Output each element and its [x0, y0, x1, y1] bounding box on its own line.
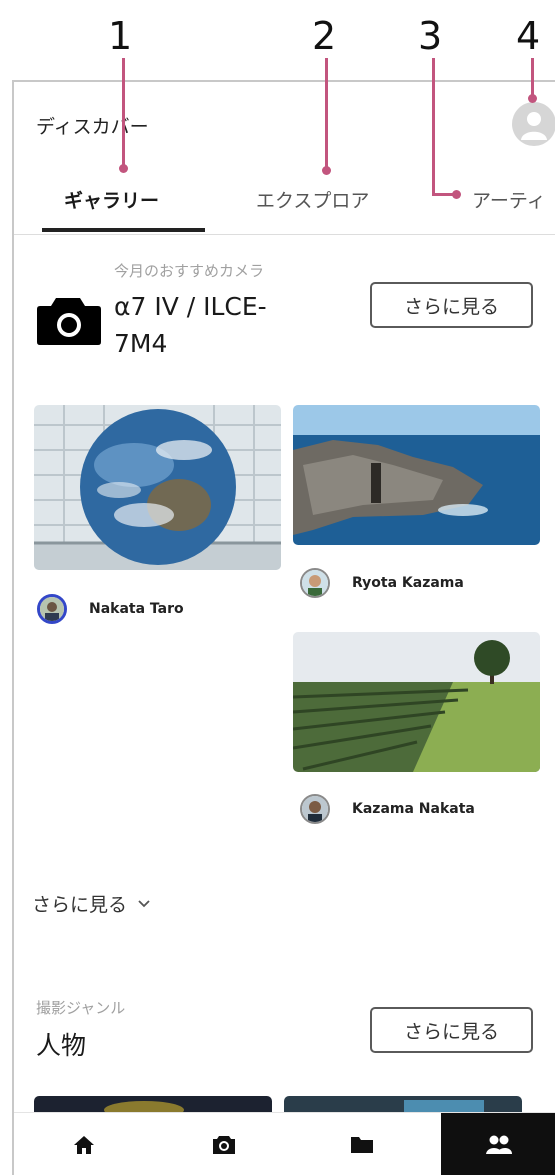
- callout-dot-1: [119, 164, 128, 173]
- callout-line-2: [325, 58, 328, 170]
- gallery-photo-field[interactable]: [293, 632, 540, 772]
- callout-number-2: 2: [312, 14, 337, 58]
- camera-section-subtitle: 今月のおすすめカメラ: [114, 262, 265, 280]
- callout-line-3-horizontal: [432, 193, 454, 196]
- tab-gallery[interactable]: ギャラリー: [64, 186, 159, 213]
- sea-cliff-photo: [293, 405, 540, 545]
- earth-globe-photo: [34, 405, 281, 570]
- page-title: ディスカバー: [36, 116, 149, 138]
- person-icon: [521, 112, 547, 140]
- camera-section-title-line1: α7 IV / ILCE-: [114, 292, 267, 321]
- camera-icon: [37, 298, 101, 345]
- callout-dot-3: [452, 190, 461, 199]
- camera-see-more-button[interactable]: さらに見る: [370, 282, 533, 328]
- callout-number-4: 4: [516, 14, 541, 58]
- avatar: [37, 594, 67, 624]
- home-icon: [74, 1135, 94, 1154]
- bottom-navigation: [14, 1112, 555, 1175]
- callout-line-4: [531, 58, 534, 98]
- callout-dot-2: [322, 166, 331, 175]
- tab-explore[interactable]: エクスプロア: [256, 186, 369, 213]
- tab-artist[interactable]: アーティ: [472, 186, 546, 213]
- nav-home[interactable]: [34, 1113, 134, 1175]
- nav-camera[interactable]: [174, 1113, 274, 1175]
- callout-number-1: 1: [108, 14, 133, 58]
- user-tag-1[interactable]: Nakata Taro: [37, 594, 184, 624]
- callout-line-3: [432, 58, 435, 196]
- active-tab-indicator: [42, 228, 205, 232]
- see-more-link[interactable]: さらに見る: [32, 890, 151, 917]
- folder-icon: [351, 1136, 373, 1153]
- genre-section-subtitle: 撮影ジャンル: [36, 999, 126, 1017]
- profile-avatar[interactable]: [512, 102, 555, 146]
- nav-discover[interactable]: [441, 1113, 555, 1175]
- gallery-photo-cliff[interactable]: [293, 405, 540, 545]
- avatar: [300, 794, 330, 824]
- user-name: Ryota Kazama: [352, 575, 464, 591]
- see-more-label: さらに見る: [32, 894, 128, 916]
- genre-section-title: 人物: [36, 1031, 87, 1060]
- callout-dot-4: [528, 94, 537, 103]
- camera-section-title-line2: 7M4: [114, 329, 168, 358]
- user-tag-2[interactable]: Ryota Kazama: [300, 568, 464, 598]
- genre-see-more-button[interactable]: さらに見る: [370, 1007, 533, 1053]
- farm-field-photo: [293, 632, 540, 772]
- callout-line-1: [122, 58, 125, 168]
- user-name: Nakata Taro: [89, 601, 184, 617]
- callout-number-3: 3: [418, 14, 443, 58]
- avatar: [300, 568, 330, 598]
- gallery-photo-earth[interactable]: [34, 405, 281, 570]
- nav-folder[interactable]: [312, 1113, 412, 1175]
- user-tag-3[interactable]: Kazama Nakata: [300, 794, 475, 824]
- people-icon: [486, 1135, 512, 1154]
- phone-screen: ディスカバー ギャラリー エクスプロア アーティ 今月のおすすめカメラ α7 I…: [12, 80, 555, 1175]
- camera-icon: [213, 1135, 235, 1154]
- tab-bar: ギャラリー エクスプロア アーティ: [14, 172, 555, 235]
- chevron-down-icon: [138, 899, 150, 907]
- user-name: Kazama Nakata: [352, 801, 475, 817]
